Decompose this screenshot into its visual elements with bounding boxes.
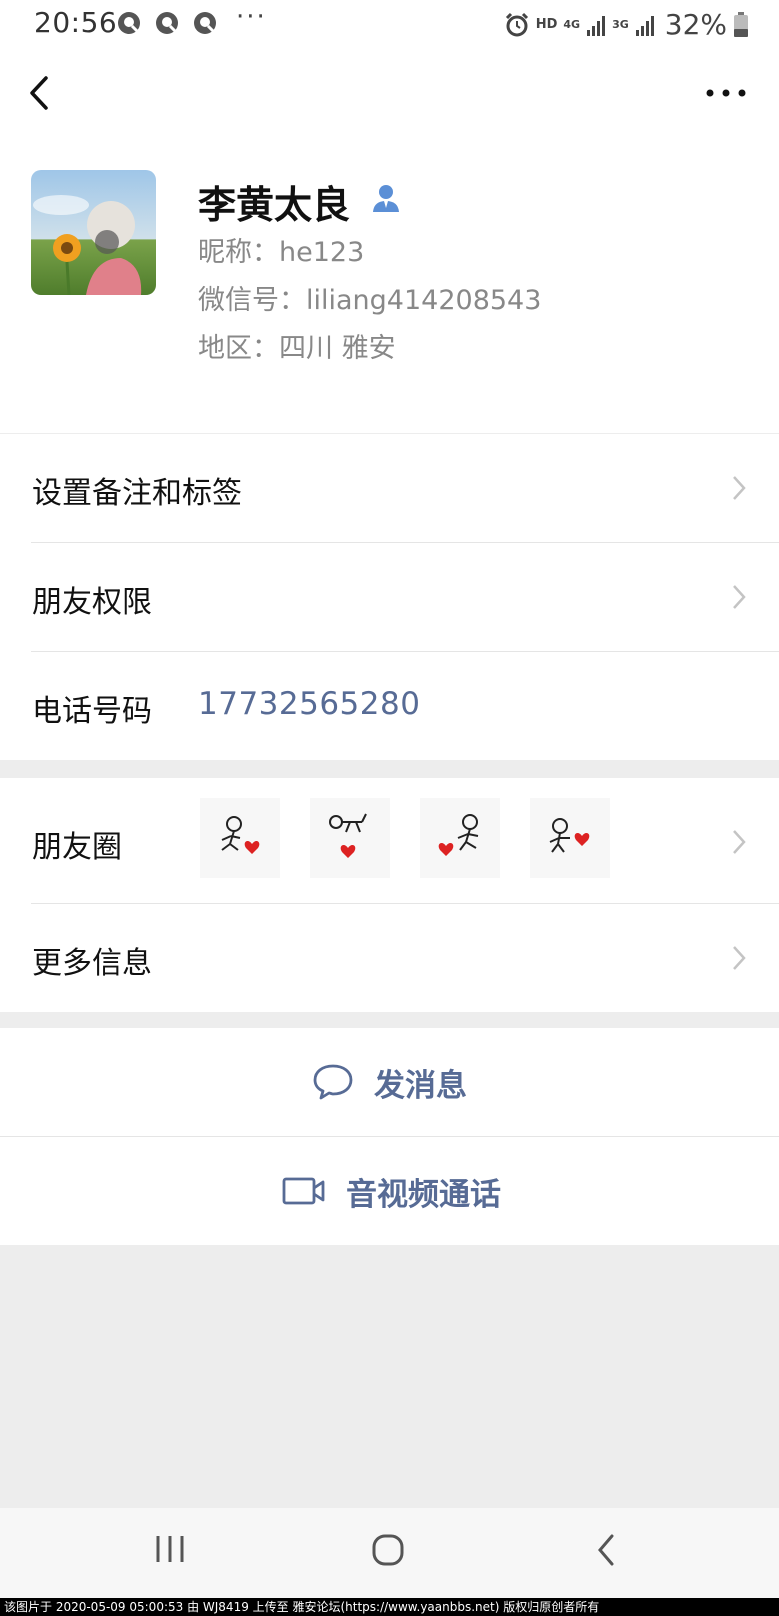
phone-number-link[interactable]: 17732565280 [198, 686, 420, 722]
chevron-right-icon [733, 946, 746, 970]
moments-thumbnail [200, 798, 280, 878]
chevron-right-icon [733, 585, 746, 609]
signal-icon [635, 15, 654, 36]
voice-video-call-label: 音视频通话 [346, 1176, 501, 1213]
system-navigation-bar [0, 1508, 779, 1598]
qq-icon [194, 12, 216, 34]
signal-icon [587, 15, 606, 36]
system-back-icon[interactable] [594, 1532, 618, 1568]
status-bar: 20:56 ··· HD 4G 3G 32% [0, 0, 779, 48]
wechat-id: 微信号：liliang414208543 [198, 285, 542, 316]
phone-row: 电话号码 17732565280 [0, 652, 779, 760]
recent-apps-icon[interactable] [154, 1532, 186, 1566]
alarm-icon [505, 12, 528, 36]
network-3g-indicator: 3G [612, 18, 629, 31]
status-time: 20:56 [34, 6, 118, 39]
moments-thumbnails [200, 798, 610, 878]
video-camera-icon [282, 1177, 325, 1205]
watermark: 该图片于 2020-05-09 05:00:53 由 WJ8419 上传至 雅安… [0, 1598, 779, 1616]
remark-and-tags-row[interactable]: 设置备注和标签 [0, 434, 779, 542]
top-bar [0, 48, 779, 138]
contact-person-icon [373, 185, 399, 212]
more-notifications-icon: ··· [236, 2, 267, 32]
avatar[interactable] [31, 170, 156, 295]
qq-icon [156, 12, 178, 34]
more-options-icon[interactable] [701, 78, 751, 108]
moments-thumbnail [530, 798, 610, 878]
remark-and-tags-label: 设置备注和标签 [32, 476, 242, 511]
battery-percent: 32% [664, 8, 727, 41]
more-info-row[interactable]: 更多信息 [0, 904, 779, 1012]
friend-permissions-row[interactable]: 朋友权限 [0, 543, 779, 651]
region: 地区：四川 雅安 [198, 333, 396, 364]
chevron-right-icon [733, 476, 746, 500]
home-icon[interactable] [370, 1532, 406, 1568]
nickname: 昵称：he123 [198, 237, 365, 268]
moments-row[interactable]: 朋友圈 [0, 778, 779, 903]
phone-label: 电话号码 [32, 694, 152, 729]
moments-section: 朋友圈 更多信息 [0, 778, 779, 1012]
send-message-label: 发消息 [374, 1067, 467, 1104]
notification-icons [116, 10, 218, 36]
back-icon[interactable] [22, 68, 62, 118]
chevron-right-icon [733, 830, 746, 854]
moments-label: 朋友圈 [32, 830, 122, 865]
hd-voice-indicator: HD [535, 17, 558, 32]
moments-thumbnail [420, 798, 500, 878]
more-info-label: 更多信息 [32, 946, 152, 981]
voice-video-call-button[interactable]: 音视频通话 [0, 1137, 779, 1245]
profile-card: 李黄太良 昵称：he123 微信号：liliang414208543 地区：四川… [0, 138, 779, 433]
friend-permissions-label: 朋友权限 [32, 585, 152, 620]
battery-icon [734, 11, 748, 37]
send-message-button[interactable]: 发消息 [0, 1028, 779, 1136]
chat-bubble-icon [313, 1064, 353, 1100]
status-indicators: HD 4G 3G 32% [504, 8, 749, 41]
contact-settings-section: 设置备注和标签 朋友权限 电话号码 17732565280 [0, 434, 779, 760]
moments-thumbnail [310, 798, 390, 878]
qq-icon [118, 12, 140, 34]
network-4g-indicator: 4G [563, 18, 581, 31]
contact-name: 李黄太良 [198, 183, 351, 227]
